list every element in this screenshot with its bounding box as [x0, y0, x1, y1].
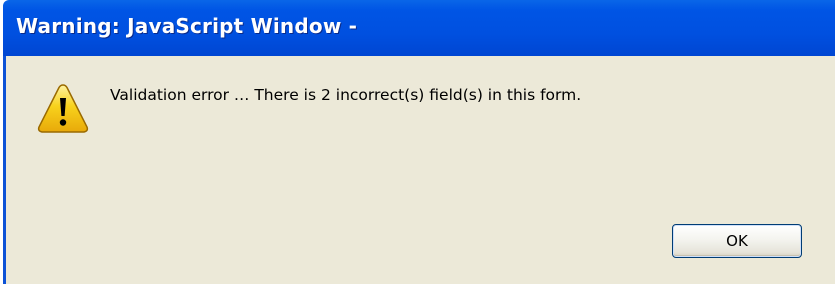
warning-icon — [36, 82, 90, 136]
ok-button[interactable]: OK — [672, 224, 802, 258]
window-title: Warning: JavaScript Window - — [16, 14, 358, 38]
dialog-message: Validation error … There is 2 incorrect(… — [110, 86, 582, 104]
title-bar[interactable]: Warning: JavaScript Window - — [3, 0, 835, 56]
javascript-warning-dialog: Warning: JavaScript Window - Validation … — [0, 0, 835, 284]
